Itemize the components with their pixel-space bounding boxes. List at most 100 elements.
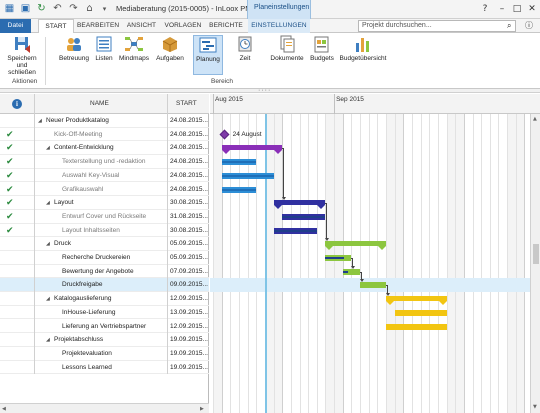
scroll-down-icon[interactable]: ▼ — [533, 404, 537, 410]
table-row[interactable]: ◢ Druck 05.09.2015... — [0, 237, 209, 251]
scroll-right-icon[interactable]: ▶ — [200, 406, 204, 412]
save-icon[interactable]: ▣ — [19, 3, 32, 15]
gantt-task-bar[interactable] — [221, 172, 274, 179]
gantt-task-bar[interactable] — [221, 186, 257, 193]
undo-icon[interactable]: ↶ — [51, 3, 64, 15]
scroll-up-icon[interactable]: ▲ — [533, 116, 537, 122]
app-icon[interactable]: ▦ — [3, 3, 16, 15]
table-row[interactable]: Recherche Druckereien 05.09.2015... — [0, 251, 209, 265]
vertical-scrollbar[interactable]: ▲ ▼ — [530, 114, 540, 413]
gantt-summary-bar[interactable] — [221, 145, 283, 155]
collapse-icon[interactable]: ◢ — [46, 240, 50, 248]
table-row[interactable]: Bewertung der Angebote 07.09.2015... — [0, 265, 209, 279]
table-row[interactable]: ✔ Texterstellung und -redaktion 24.08.2015… — [0, 155, 209, 169]
table-row[interactable]: ✔ Kick-Off-Meeting 24.08.2015... — [0, 128, 209, 142]
gantt-task-bar[interactable] — [325, 255, 352, 261]
mindmaps-button[interactable]: Mindmaps — [118, 35, 150, 62]
task-name: Kick-Off-Meeting — [54, 130, 103, 138]
info-help-icon[interactable]: ⓘ — [523, 20, 535, 32]
day-gridline — [420, 104, 422, 413]
gantt-chart[interactable]: Aug 2015 Sep 2015 24 August — [210, 94, 540, 413]
splitter-grip-icon[interactable]: ···· — [258, 87, 271, 94]
title-bar: ▦ ▣ ↻ ↶ ↷ ⌂ ▾ Mediaberatung (2015-0005) … — [0, 0, 540, 19]
aufgaben-button[interactable]: Aufgaben — [154, 35, 186, 62]
gantt-summary-bar[interactable] — [325, 241, 386, 251]
table-row[interactable]: ✔ Entwurf Cover und Rückseite 31.08.2015..… — [0, 210, 209, 224]
tab-einstellungen[interactable]: EINSTELLUNGEN — [248, 19, 310, 33]
close-icon[interactable]: ✕ — [525, 2, 539, 16]
table-row[interactable]: ✔ ◢ Content-Entwicklung 24.08.2015... — [0, 141, 209, 156]
day-gridline — [437, 104, 439, 413]
table-row[interactable]: ◢ Projektabschluss 19.09.2015... — [0, 333, 209, 347]
home-icon[interactable]: ⌂ — [83, 3, 96, 15]
horizontal-scrollbar[interactable]: ◀ ▶ — [0, 403, 209, 413]
check-icon: ✔ — [6, 198, 14, 209]
tab-vorlagen[interactable]: VORLAGEN — [164, 19, 202, 33]
budgets-button[interactable]: Budgets — [308, 35, 336, 62]
collapse-icon[interactable]: ◢ — [38, 117, 42, 125]
task-start: 19.09.2015... — [170, 363, 208, 371]
search-input[interactable]: Projekt durchsuchen... — [358, 20, 516, 32]
column-separator[interactable] — [167, 94, 168, 114]
refresh-icon[interactable]: ↻ — [35, 3, 48, 15]
zeit-button[interactable]: Zeit — [234, 35, 256, 62]
gantt-task-bar[interactable] — [273, 227, 317, 234]
gantt-summary-bar[interactable] — [386, 296, 447, 306]
collapse-icon[interactable]: ◢ — [46, 144, 50, 152]
info-column-icon[interactable]: i — [12, 99, 22, 109]
day-gridline — [403, 104, 405, 413]
tab-start[interactable]: START — [38, 19, 74, 34]
tab-bearbeiten[interactable]: BEARBEITEN — [77, 19, 119, 33]
table-row[interactable]: Druckfreigabe 09.09.2015... — [0, 278, 209, 293]
planung-button[interactable]: Planung — [193, 35, 223, 75]
tab-ansicht[interactable]: ANSICHT — [124, 19, 159, 33]
table-row[interactable]: ✔ Auswahl Key-Visual 24.08.2015... — [0, 169, 209, 183]
pane-splitter[interactable]: ···· — [0, 87, 540, 94]
tab-berichte[interactable]: BERICHTE — [207, 19, 245, 33]
column-header-start[interactable]: START — [176, 100, 197, 107]
scroll-left-icon[interactable]: ◀ — [2, 406, 6, 412]
betreuung-button[interactable]: Betreuung — [58, 35, 90, 62]
minimize-icon[interactable]: – — [495, 2, 509, 16]
tab-datei[interactable]: Datei — [0, 19, 31, 33]
column-separator[interactable] — [34, 94, 35, 114]
gantt-task-bar[interactable] — [386, 323, 447, 330]
gantt-task-bar[interactable] — [360, 282, 386, 289]
day-gridline — [299, 104, 301, 413]
scrollbar-thumb[interactable] — [533, 244, 539, 264]
gantt-task-bar[interactable] — [342, 268, 361, 275]
listen-button[interactable]: Listen — [93, 35, 115, 62]
table-row[interactable]: ◢ Neuer Produktkatalog 24.08.2015... — [0, 114, 209, 128]
table-row[interactable]: Lessons Learned 19.09.2015... — [0, 361, 209, 375]
table-row[interactable]: ✔ Layout Inhaltsseiten 30.08.2015... — [0, 224, 209, 238]
column-header-name[interactable]: NAME — [90, 100, 109, 107]
dokumente-button[interactable]: Dokumente — [268, 35, 306, 62]
table-row[interactable]: Projektevaluation 19.09.2015... — [0, 347, 209, 361]
table-row[interactable]: Lieferung an Vertriebspartner 12.09.2015.… — [0, 320, 209, 334]
gantt-task-bar[interactable] — [221, 159, 257, 166]
weekend-shade — [213, 114, 222, 413]
dropdown-icon[interactable]: ▾ — [98, 3, 111, 15]
collapse-icon[interactable]: ◢ — [46, 295, 50, 303]
day-gridline — [429, 104, 431, 413]
maximize-icon[interactable]: □ — [510, 2, 524, 16]
day-gridline — [472, 104, 474, 413]
gantt-task-bar[interactable] — [394, 309, 447, 316]
table-row[interactable]: ✔ ◢ Layout 30.08.2015... — [0, 196, 209, 210]
grid-header: i NAME START — [0, 94, 209, 114]
help-icon[interactable]: ? — [478, 2, 492, 16]
task-name: Recherche Druckereien — [62, 254, 131, 261]
table-row[interactable]: ◢ Katalogauslieferung 12.09.2015... — [0, 292, 209, 306]
table-row[interactable]: ✔ Grafikauswahl 24.08.2015... — [0, 183, 209, 197]
column-separator — [34, 114, 35, 375]
redo-icon[interactable]: ↷ — [67, 3, 80, 15]
collapse-icon[interactable]: ◢ — [46, 336, 50, 344]
table-row[interactable]: InHouse-Lieferung 13.09.2015... — [0, 306, 209, 320]
collapse-icon[interactable]: ◢ — [46, 199, 50, 207]
gantt-summary-bar[interactable] — [273, 200, 326, 210]
budgetuebersicht-button[interactable]: Budgetübersicht — [338, 35, 388, 62]
gantt-task-bar[interactable] — [282, 213, 326, 220]
save-close-button[interactable]: Speichern und schließen — [3, 35, 41, 76]
search-icon[interactable]: ⌕ — [507, 20, 516, 32]
clock-icon — [235, 35, 255, 53]
